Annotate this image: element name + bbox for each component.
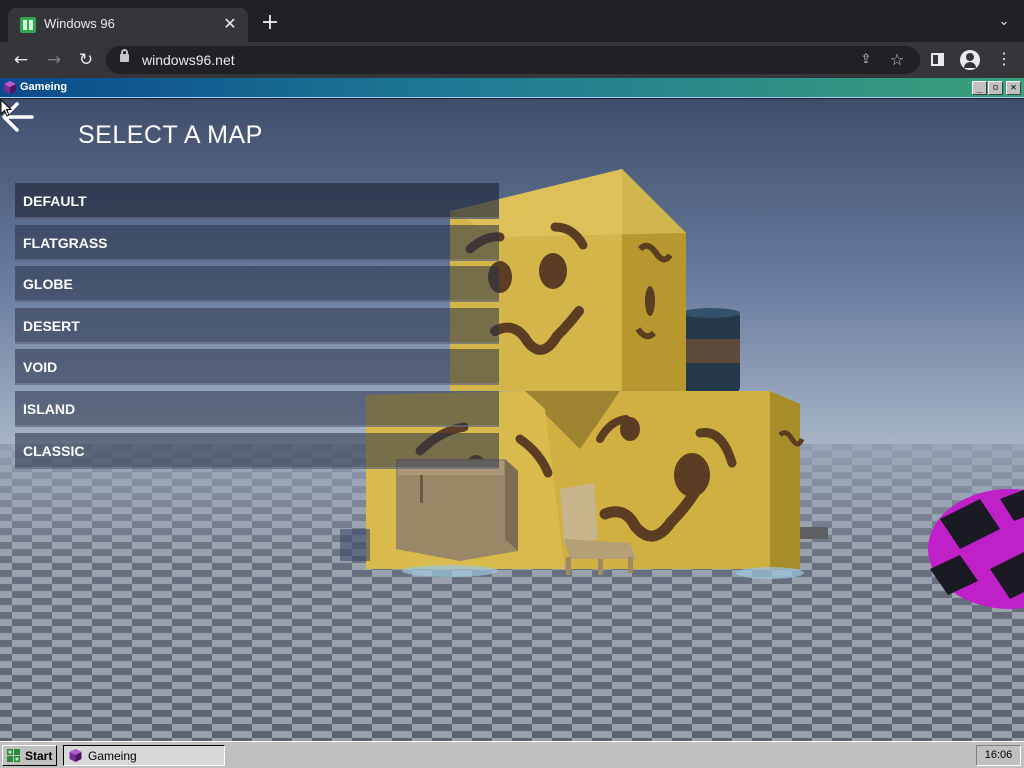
window-titlebar[interactable]: Gameing _ ▫ ✕ <box>0 78 1024 98</box>
url-text[interactable]: windows96.net <box>142 52 235 68</box>
barrel <box>682 308 740 393</box>
browser-tab-strip: Windows 96 ✕ + ⌄ <box>0 0 1024 42</box>
cardboard-box <box>396 459 518 561</box>
map-item-default[interactable]: DEFAULT <box>15 183 499 219</box>
minimize-button[interactable]: _ <box>972 81 987 95</box>
system-clock[interactable]: 16:06 <box>976 745 1021 766</box>
taskbar: Start Gameing 16:06 <box>0 741 1024 768</box>
small-debris <box>800 527 828 539</box>
map-item-void[interactable]: VOID <box>15 349 499 386</box>
map-item-desert[interactable]: DESERT <box>15 307 499 344</box>
cube-purple-icon <box>4 81 16 94</box>
address-bar[interactable]: windows96.net ⇪ ☆ <box>106 46 920 74</box>
reload-icon[interactable]: ↻ <box>74 48 98 72</box>
back-icon[interactable]: ← <box>9 48 33 72</box>
cube-purple-icon <box>69 749 82 762</box>
start-label: Start <box>25 749 53 763</box>
profile-icon[interactable] <box>960 50 980 70</box>
map-item-island[interactable]: ISLAND <box>15 390 499 427</box>
forward-icon[interactable]: → <box>42 48 66 72</box>
game-viewport[interactable]: SELECT A MAP DEFAULT FLATGRASS GLOBE DES… <box>0 99 1024 741</box>
map-item-classic[interactable]: CLASSIC <box>15 432 499 469</box>
lock-icon[interactable] <box>120 49 129 62</box>
mouse-cursor-icon <box>0 99 12 117</box>
side-panel-icon[interactable] <box>928 50 948 70</box>
browser-toolbar: ← → ↻ windows96.net ⇪ ☆ ⋮ <box>0 42 1024 78</box>
taskbar-item-gameing[interactable]: Gameing <box>63 745 225 766</box>
tab-search-icon[interactable]: ⌄ <box>996 14 1012 30</box>
browser-tab[interactable]: Windows 96 ✕ <box>8 8 248 42</box>
share-icon[interactable]: ⇪ <box>858 52 874 68</box>
start-button[interactable]: Start <box>2 745 57 766</box>
map-item-globe[interactable]: GLOBE <box>15 266 499 303</box>
map-list: DEFAULT FLATGRASS GLOBE DESERT VOID ISLA… <box>15 183 499 474</box>
tab-title: Windows 96 <box>44 16 115 31</box>
tab-close-icon[interactable]: ✕ <box>220 14 240 34</box>
map-item-flatgrass[interactable]: FLATGRASS <box>15 224 499 261</box>
window-title: Gameing <box>20 81 68 93</box>
windows96-favicon-icon <box>20 17 36 33</box>
new-tab-icon[interactable]: + <box>258 12 282 36</box>
taskbar-item-label: Gameing <box>88 749 137 763</box>
close-button[interactable]: ✕ <box>1006 81 1021 95</box>
bookmark-star-icon[interactable]: ☆ <box>888 50 906 69</box>
maximize-button[interactable]: ▫ <box>988 81 1003 95</box>
windows-logo-icon <box>7 749 20 762</box>
select-map-title: SELECT A MAP <box>78 121 263 149</box>
kebab-menu-icon[interactable]: ⋮ <box>994 50 1014 70</box>
